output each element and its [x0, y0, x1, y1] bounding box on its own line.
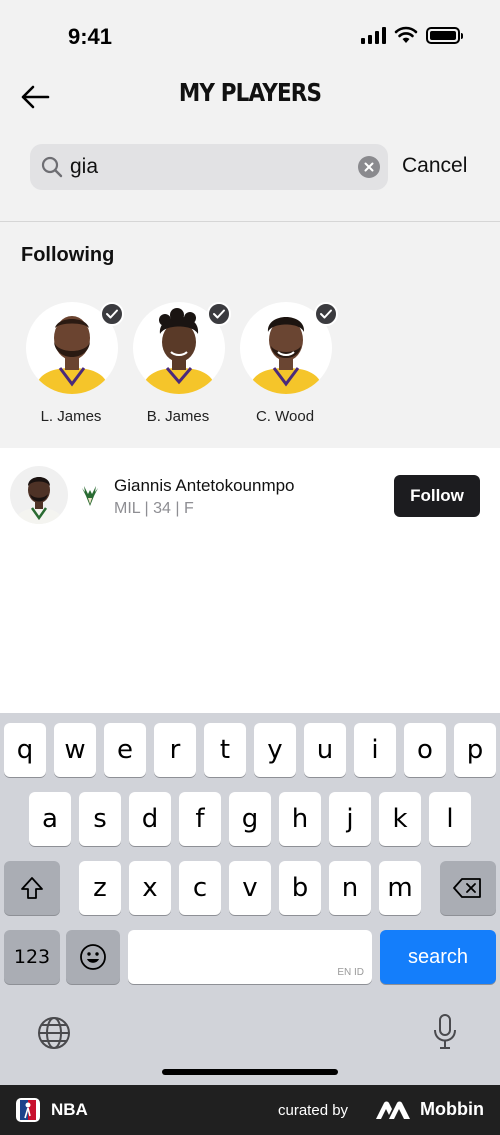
key-x[interactable]: x — [129, 861, 171, 915]
status-time: 9:41 — [68, 24, 113, 49]
space-key[interactable]: EN ID — [128, 930, 372, 984]
search-icon — [41, 156, 63, 178]
key-t[interactable]: t — [204, 723, 246, 777]
key-p[interactable]: p — [454, 723, 496, 777]
close-icon — [364, 162, 374, 172]
key-y[interactable]: y — [254, 723, 296, 777]
following-player-b-james[interactable]: B. James — [123, 300, 233, 435]
key-e[interactable]: e — [104, 723, 146, 777]
microphone-icon[interactable] — [432, 1013, 458, 1051]
emoji-icon — [80, 944, 106, 970]
footer-app-name: NBA — [51, 1100, 88, 1119]
key-n[interactable]: n — [329, 861, 371, 915]
key-l[interactable]: l — [429, 792, 471, 846]
following-list: L. James B. James C. Wood — [0, 300, 500, 440]
key-f[interactable]: f — [179, 792, 221, 846]
following-check-icon — [207, 302, 231, 326]
bucks-logo-icon — [82, 486, 98, 506]
key-q[interactable]: q — [4, 723, 46, 777]
key-h[interactable]: h — [279, 792, 321, 846]
search-field — [30, 144, 388, 190]
key-i[interactable]: i — [354, 723, 396, 777]
following-player-name: C. Wood — [255, 408, 315, 425]
home-indicator — [162, 1069, 338, 1075]
key-a[interactable]: a — [29, 792, 71, 846]
header: MY PLAYERS — [0, 70, 500, 124]
key-d[interactable]: d — [129, 792, 171, 846]
footer: NBA curated by Mobbin — [0, 1085, 500, 1135]
key-u[interactable]: u — [304, 723, 346, 777]
footer-curated-by: curated by — [278, 1102, 349, 1119]
emoji-key[interactable] — [66, 930, 120, 984]
follow-button[interactable]: Follow — [394, 475, 480, 517]
following-player-c-wood[interactable]: C. Wood — [230, 300, 340, 435]
key-k[interactable]: k — [379, 792, 421, 846]
key-m[interactable]: m — [379, 861, 421, 915]
key-r[interactable]: r — [154, 723, 196, 777]
footer-brand: Mobbin — [420, 1099, 484, 1119]
following-player-l-james[interactable]: L. James — [16, 300, 126, 435]
search-bar: Cancel — [30, 144, 475, 192]
keyboard-language-hint: EN ID — [337, 967, 364, 978]
key-v[interactable]: v — [229, 861, 271, 915]
list-item[interactable]: Giannis Antetokounmpo MIL | 34 | F Follo… — [0, 458, 500, 534]
page-title: MY PLAYERS — [178, 78, 322, 107]
status-bar: 9:41 — [0, 0, 500, 70]
shift-icon — [21, 877, 43, 899]
numbers-key[interactable]: 123 — [4, 930, 60, 984]
following-check-icon — [314, 302, 338, 326]
divider — [0, 221, 500, 222]
search-key[interactable]: search — [380, 930, 496, 984]
key-s[interactable]: s — [79, 792, 121, 846]
battery-icon — [426, 26, 463, 44]
following-title: Following — [21, 244, 115, 266]
cancel-button[interactable]: Cancel — [402, 154, 467, 178]
key-j[interactable]: j — [329, 792, 371, 846]
key-c[interactable]: c — [179, 861, 221, 915]
mobbin-logo-icon — [376, 1101, 410, 1119]
cellular-signal-icon — [361, 26, 386, 44]
globe-icon[interactable] — [36, 1015, 72, 1051]
delete-icon — [453, 878, 481, 898]
key-w[interactable]: w — [54, 723, 96, 777]
following-check-icon — [100, 302, 124, 326]
key-z[interactable]: z — [79, 861, 121, 915]
keyboard: qwertyuiop asdfghjkl zxcvbnm 123 EN ID s… — [0, 713, 500, 1085]
player-name: Giannis Antetokounmpo — [114, 476, 295, 495]
status-icons — [361, 26, 463, 44]
player-meta: MIL | 34 | F — [114, 500, 194, 517]
search-input[interactable] — [70, 152, 340, 182]
following-player-name: B. James — [146, 408, 210, 425]
following-player-name: L. James — [40, 408, 102, 425]
search-results: Giannis Antetokounmpo MIL | 34 | F Follo… — [0, 448, 500, 713]
key-g[interactable]: g — [229, 792, 271, 846]
key-b[interactable]: b — [279, 861, 321, 915]
player-avatar — [10, 466, 68, 524]
clear-search-button[interactable] — [358, 156, 380, 178]
key-o[interactable]: o — [404, 723, 446, 777]
nba-logo-icon — [16, 1098, 40, 1122]
shift-key[interactable] — [4, 861, 60, 915]
wifi-icon — [394, 26, 418, 43]
backspace-key[interactable] — [440, 861, 496, 915]
